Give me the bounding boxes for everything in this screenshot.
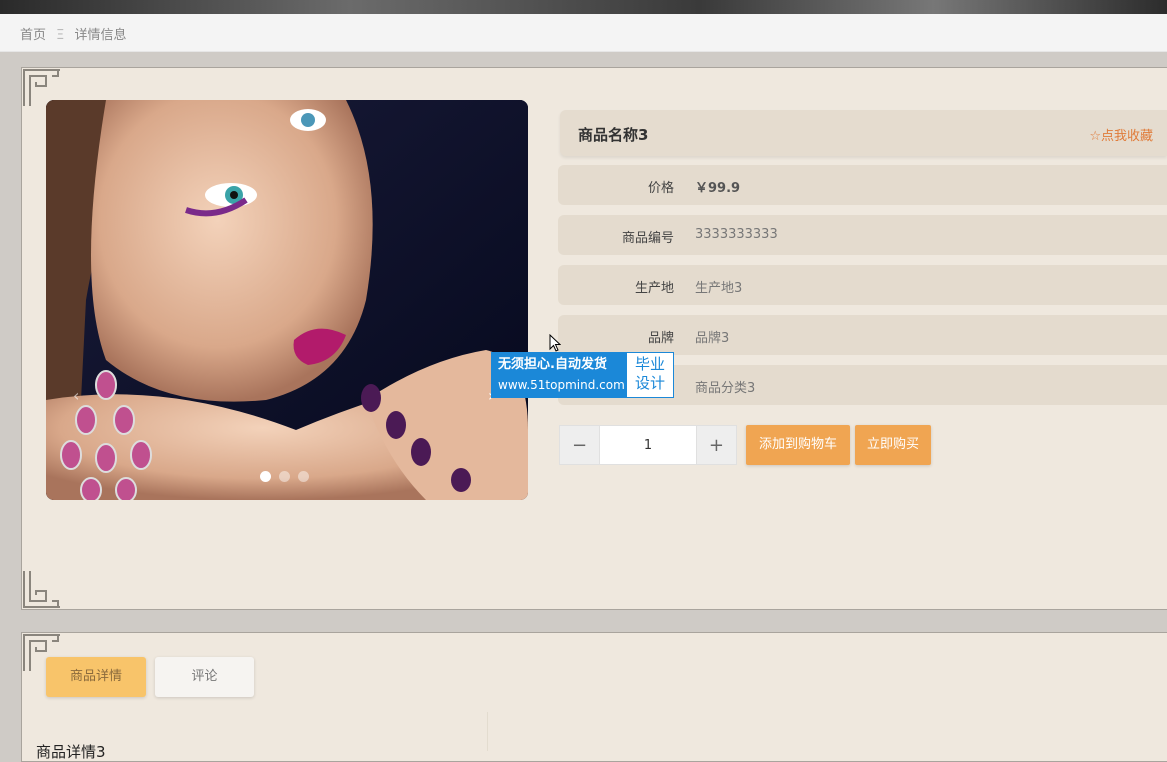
quantity-stepper: − 1 +	[559, 425, 737, 465]
sku-row: 商品编号 3333333333	[558, 215, 1167, 255]
origin-row: 生产地 生产地3	[558, 265, 1167, 305]
detail-panel	[21, 632, 1167, 762]
brand-value: 品牌3	[695, 331, 730, 346]
watermark-line2: www.51topmind.com	[498, 378, 625, 392]
breadcrumb-current: 详情信息	[74, 28, 127, 43]
breadcrumb-separator: Ξ	[56, 28, 65, 43]
price-label: 价格	[647, 181, 674, 196]
ornament-corner-icon	[23, 571, 60, 608]
carousel-prev-icon[interactable]: ‹	[73, 386, 79, 405]
quantity-input[interactable]: 1	[600, 425, 696, 465]
watermark-badge: 无须担心.自动发货 www.51topmind.com 毕业 设计	[491, 352, 674, 398]
price-value: ￥99.9	[695, 181, 741, 196]
watermark-line1: 无须担心.自动发货	[498, 357, 607, 372]
carousel-dot[interactable]	[279, 471, 290, 482]
origin-label: 生产地	[634, 281, 674, 296]
product-name: 商品名称3	[578, 126, 649, 144]
mouse-cursor-icon	[549, 334, 561, 352]
watermark-tag: 毕业 设计	[627, 353, 673, 397]
add-to-cart-button[interactable]: 添加到购物车	[746, 425, 850, 465]
watermark-tag-line1: 毕业	[634, 355, 665, 373]
breadcrumb-home-link[interactable]: 首页	[20, 28, 46, 43]
quantity-plus-button[interactable]: +	[695, 425, 737, 465]
product-detail-heading: 商品详情3	[36, 743, 106, 761]
product-photo	[46, 100, 528, 500]
quantity-minus-button[interactable]: −	[559, 425, 601, 465]
carousel-dot[interactable]	[260, 471, 271, 482]
favorite-link[interactable]: ☆点我收藏	[1089, 125, 1153, 144]
brand-label: 品牌	[647, 331, 674, 346]
product-title-row: 商品名称3 ☆点我收藏	[560, 110, 1167, 156]
watermark-tag-line2: 设计	[634, 374, 665, 392]
breadcrumb: 首页 Ξ 详情信息	[20, 24, 133, 43]
carousel-dot[interactable]	[298, 471, 309, 482]
tab-reviews[interactable]: 评论	[155, 657, 254, 697]
watermark-text: 无须担心.自动发货 www.51topmind.com	[492, 353, 627, 397]
carousel-indicators	[260, 471, 309, 482]
category-value: 商品分类3	[695, 381, 756, 396]
brand-row: 品牌 品牌3	[558, 315, 1167, 355]
sku-label: 商品编号	[621, 231, 674, 246]
sku-value: 3333333333	[695, 227, 778, 242]
tab-product-details[interactable]: 商品详情	[46, 657, 146, 697]
origin-value: 生产地3	[695, 281, 743, 296]
price-row: 价格 ￥99.9	[558, 165, 1167, 205]
breadcrumb-bar: 首页 Ξ 详情信息	[0, 14, 1167, 52]
product-image-carousel[interactable]: ‹ ›	[46, 100, 528, 500]
top-banner-strip	[0, 0, 1167, 14]
divider	[487, 712, 488, 751]
buy-now-button[interactable]: 立即购买	[855, 425, 931, 465]
